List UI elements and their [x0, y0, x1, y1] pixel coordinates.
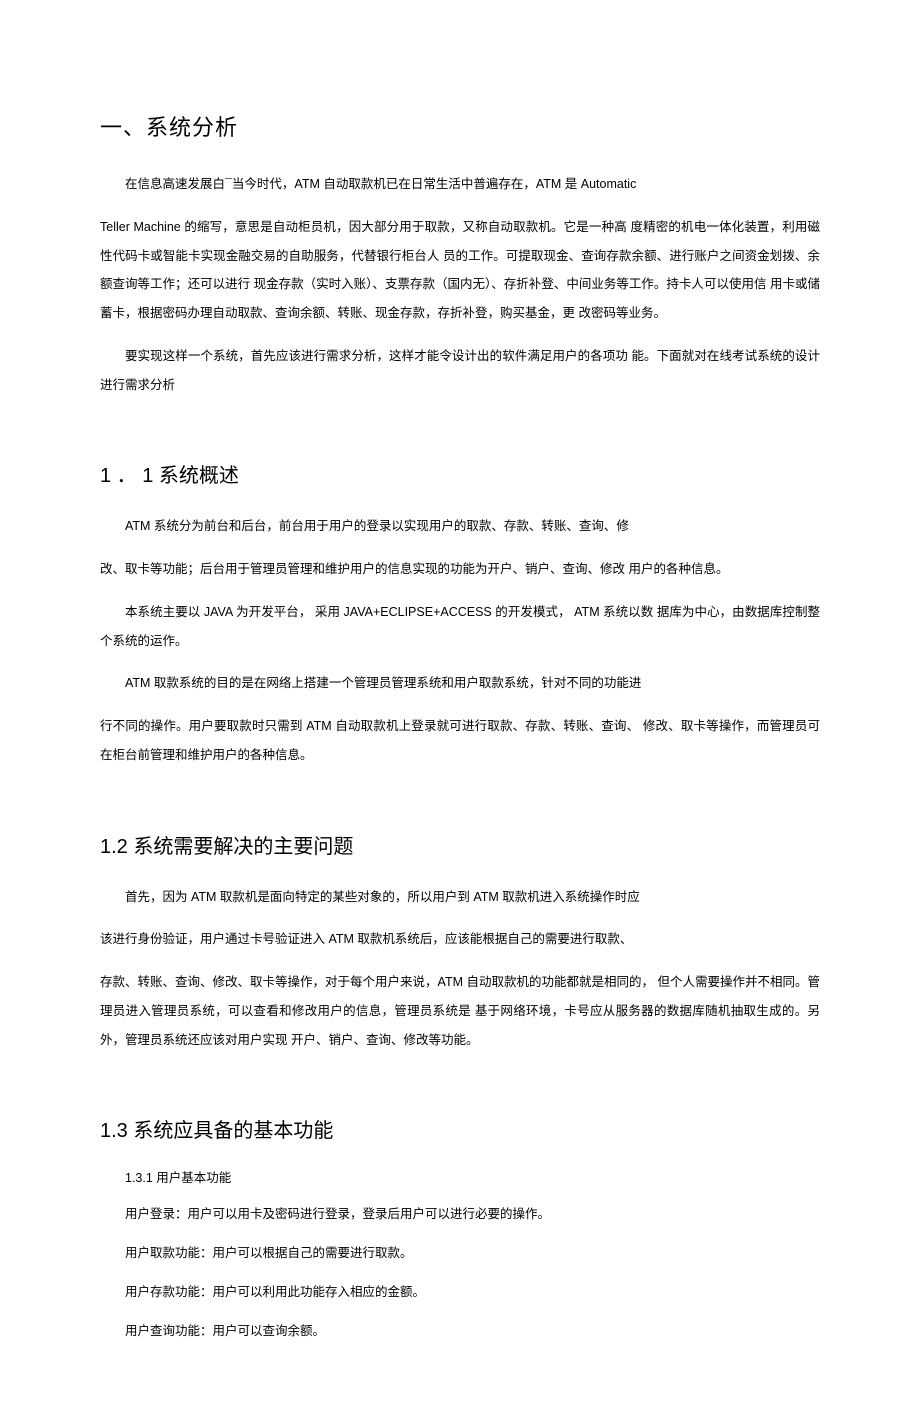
- feature-login: 用户登录：用户可以用卡及密码进行登录，登录后用户可以进行必要的操作。: [100, 1200, 820, 1229]
- section-1-2-para-1: 首先，因为 ATM 取款机是面向特定的某些对象的，所以用户到 ATM 取款机进入…: [100, 883, 820, 912]
- section-1-2-para-2: 该进行身份验证，用户通过卡号验证进入 ATM 取款机系统后，应该能根据自己的需要…: [100, 925, 820, 954]
- section-1-para-2: Teller Machine 的缩写，意思是自动柜员机，因大部分用于取款，又称自…: [100, 213, 820, 328]
- section-1-2-title: 1.2 系统需要解决的主要问题: [100, 830, 820, 859]
- section-1-3-1-title: 1.3.1 用户基本功能: [100, 1167, 820, 1186]
- feature-query: 用户查询功能：用户可以查询余额。: [100, 1317, 820, 1346]
- section-1-para-3: 要实现这样一个系统，首先应该进行需求分析，这样才能令设计出的软件满足用户的各项功…: [100, 342, 820, 400]
- feature-deposit: 用户存款功能：用户可以利用此功能存入相应的金额。: [100, 1278, 820, 1307]
- section-1-para-1: 在信息高速发展白¯当今时代，ATM 自动取款机已在日常生活中普遍存在，ATM 是…: [100, 170, 820, 199]
- section-1-1-para-5: 行不同的操作。用户要取款时只需到 ATM 自动取款机上登录就可进行取款、存款、转…: [100, 712, 820, 770]
- section-1-1-para-3: 本系统主要以 JAVA 为开发平台， 采用 JAVA+ECLIPSE+ACCES…: [100, 598, 820, 656]
- section-1-title: 一、系统分析: [100, 110, 820, 142]
- section-1-1-para-1: ATM 系统分为前台和后台，前台用于用户的登录以实现用户的取款、存款、转账、查询…: [100, 512, 820, 541]
- section-1-2-para-3: 存款、转账、查询、修改、取卡等操作，对于每个用户来说，ATM 自动取款机的功能都…: [100, 968, 820, 1054]
- feature-withdraw: 用户取款功能：用户可以根据自己的需要进行取款。: [100, 1239, 820, 1268]
- section-1-1-para-4: ATM 取款系统的目的是在网络上搭建一个管理员管理系统和用户取款系统，针对不同的…: [100, 669, 820, 698]
- section-1-1-title: 1 ． 1 系统概述: [100, 459, 820, 488]
- section-1-1-para-2: 改、取卡等功能；后台用于管理员管理和维护用户的信息实现的功能为开户、销户、查询、…: [100, 555, 820, 584]
- section-1-3-title: 1.3 系统应具备的基本功能: [100, 1114, 820, 1143]
